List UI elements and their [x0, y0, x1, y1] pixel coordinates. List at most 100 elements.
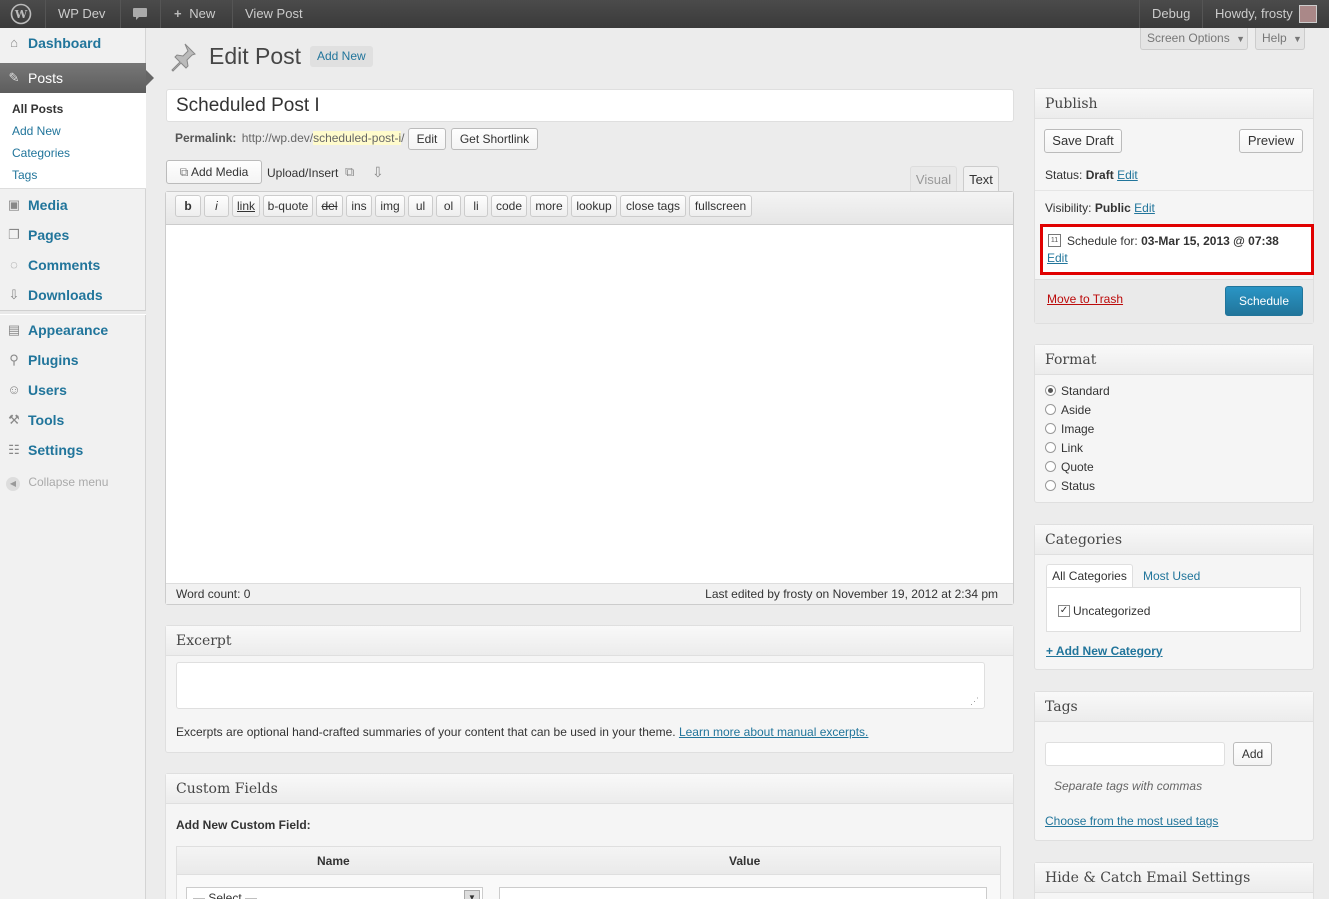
format-radio-status[interactable]: [1045, 480, 1056, 491]
format-radio-standard[interactable]: [1045, 385, 1056, 396]
choose-tags-link[interactable]: Choose from the most used tags: [1045, 814, 1218, 828]
publish-title[interactable]: Publish: [1035, 89, 1313, 119]
qt-lookup-button[interactable]: lookup: [571, 195, 617, 217]
preview-button[interactable]: Preview: [1239, 129, 1303, 153]
tags-title[interactable]: Tags: [1035, 692, 1313, 722]
menu-settings[interactable]: ☷ Settings: [0, 435, 146, 465]
qt-code-button[interactable]: code: [491, 195, 527, 217]
help-label: Help: [1262, 31, 1287, 45]
custom-field-select[interactable]: — Select — ▼: [186, 887, 483, 899]
tab-text[interactable]: Text: [963, 166, 999, 192]
submenu-categories[interactable]: Categories: [12, 146, 70, 160]
format-label-standard: Standard: [1061, 384, 1110, 398]
custom-fields-title[interactable]: Custom Fields: [166, 774, 1013, 804]
menu-pages[interactable]: ❐ Pages: [0, 220, 146, 250]
menu-media[interactable]: ▣ Media: [0, 190, 146, 220]
menu-downloads[interactable]: ⇩ Downloads: [0, 280, 146, 310]
upload-image-icon[interactable]: ⧉: [345, 164, 354, 180]
tab-most-used[interactable]: Most Used: [1143, 569, 1200, 583]
word-count: Word count: 0: [176, 587, 251, 601]
schedule-button[interactable]: Schedule: [1225, 286, 1303, 316]
qt-bquote-button[interactable]: b-quote: [263, 195, 313, 217]
submenu-all-posts[interactable]: All Posts: [12, 102, 63, 116]
qt-close-tags-button[interactable]: close tags: [620, 195, 686, 217]
resize-handle-icon[interactable]: ⋰: [970, 696, 979, 707]
howdy-user-menu[interactable]: Howdy, frosty: [1215, 0, 1293, 28]
help-button[interactable]: Help ▼: [1255, 28, 1305, 50]
qt-bold-button[interactable]: b: [175, 195, 201, 217]
add-media-button[interactable]: ⧉ Add Media: [166, 160, 262, 184]
categories-title[interactable]: Categories: [1035, 525, 1313, 555]
wordpress-logo-icon[interactable]: W: [10, 0, 34, 28]
site-name-link[interactable]: WP Dev: [58, 0, 105, 28]
format-label-aside: Aside: [1061, 403, 1092, 417]
qt-ins-button[interactable]: ins: [346, 195, 372, 217]
move-to-trash-link[interactable]: Move to Trash: [1047, 292, 1123, 306]
permalink-edit-button[interactable]: Edit: [408, 128, 446, 150]
qt-ol-button[interactable]: ol: [436, 195, 461, 217]
schedule-edit-link[interactable]: Edit: [1047, 251, 1068, 265]
format-radio-link[interactable]: [1045, 442, 1056, 453]
tags-box: Tags Add Separate tags with commas Choos…: [1034, 691, 1314, 841]
format-radio-aside[interactable]: [1045, 404, 1056, 415]
add-new-post-button[interactable]: Add New: [310, 46, 373, 67]
custom-field-value-input[interactable]: [499, 887, 987, 899]
menu-settings-label: Settings: [28, 442, 84, 458]
current-arrow-icon: [146, 70, 154, 86]
menu-dashboard[interactable]: ⌂ Dashboard: [0, 28, 146, 58]
comments-icon[interactable]: [132, 0, 150, 28]
submenu-add-new[interactable]: Add New: [12, 124, 61, 138]
upload-download-icon[interactable]: ⇩: [372, 164, 384, 181]
format-radio-quote[interactable]: [1045, 461, 1056, 472]
collapse-menu-button[interactable]: ◀ Collapse menu: [6, 475, 108, 491]
status-edit-link[interactable]: Edit: [1117, 168, 1138, 182]
tag-input[interactable]: [1045, 742, 1225, 766]
posts-submenu: All Posts Add New Categories Tags: [0, 93, 146, 189]
tab-visual[interactable]: Visual: [910, 166, 957, 191]
excerpt-learn-more-link[interactable]: Learn more about manual excerpts.: [679, 725, 868, 739]
category-checkbox-uncategorized[interactable]: ✓: [1058, 605, 1070, 617]
tab-all-categories[interactable]: All Categories: [1046, 564, 1133, 588]
download-arrow-icon: ⇩: [8, 287, 20, 302]
qt-del-button[interactable]: del: [316, 195, 343, 217]
get-shortlink-button[interactable]: Get Shortlink: [451, 128, 538, 150]
collapse-arrow-icon: ◀: [6, 477, 20, 491]
menu-posts[interactable]: ✎ Posts: [0, 63, 154, 93]
qt-ul-button[interactable]: ul: [408, 195, 433, 217]
post-title-input[interactable]: Scheduled Post I: [166, 89, 1014, 122]
add-tag-button[interactable]: Add: [1233, 742, 1272, 766]
qt-italic-button[interactable]: i: [204, 195, 229, 217]
screen-options-button[interactable]: Screen Options ▼: [1140, 28, 1248, 50]
last-edited: Last edited by frosty on November 19, 20…: [705, 587, 998, 601]
email-settings-title[interactable]: Hide & Catch Email Settings: [1035, 863, 1313, 893]
menu-downloads-label: Downloads: [28, 287, 103, 303]
format-title[interactable]: Format: [1035, 345, 1313, 375]
custom-fields-table: Name Value — Select — ▼: [176, 846, 1001, 899]
permalink-slug[interactable]: scheduled-post-i: [313, 131, 402, 145]
qt-fullscreen-button[interactable]: fullscreen: [689, 195, 752, 217]
view-post-link[interactable]: View Post: [245, 0, 303, 28]
save-draft-button[interactable]: Save Draft: [1044, 129, 1122, 153]
menu-comments[interactable]: ◌ Comments: [0, 250, 146, 280]
add-new-category-link[interactable]: + Add New Category: [1046, 644, 1163, 658]
schedule-highlight: 11 Schedule for: 03-Mar 15, 2013 @ 07:38…: [1040, 224, 1314, 275]
menu-users[interactable]: ☺ Users: [0, 375, 146, 405]
visibility-edit-link[interactable]: Edit: [1134, 201, 1155, 215]
editor-textarea[interactable]: [166, 225, 1013, 583]
qt-li-button[interactable]: li: [464, 195, 488, 217]
menu-appearance[interactable]: ▤ Appearance: [0, 315, 146, 345]
new-content-button[interactable]: + New: [174, 0, 215, 28]
excerpt-textarea[interactable]: ⋰: [176, 662, 985, 709]
qt-img-button[interactable]: img: [375, 195, 405, 217]
avatar[interactable]: [1299, 5, 1317, 23]
qt-link-button[interactable]: link: [232, 195, 260, 217]
qt-more-button[interactable]: more: [530, 195, 568, 217]
debug-link[interactable]: Debug: [1152, 0, 1190, 28]
email-settings-box: Hide & Catch Email Settings: [1034, 862, 1314, 899]
format-radio-image[interactable]: [1045, 423, 1056, 434]
menu-plugins[interactable]: ⚲ Plugins: [0, 345, 146, 375]
menu-tools[interactable]: ⚒ Tools: [0, 405, 146, 435]
excerpt-title[interactable]: Excerpt: [166, 626, 1013, 656]
submenu-tags[interactable]: Tags: [12, 168, 37, 182]
menu-comments-label: Comments: [28, 257, 101, 273]
